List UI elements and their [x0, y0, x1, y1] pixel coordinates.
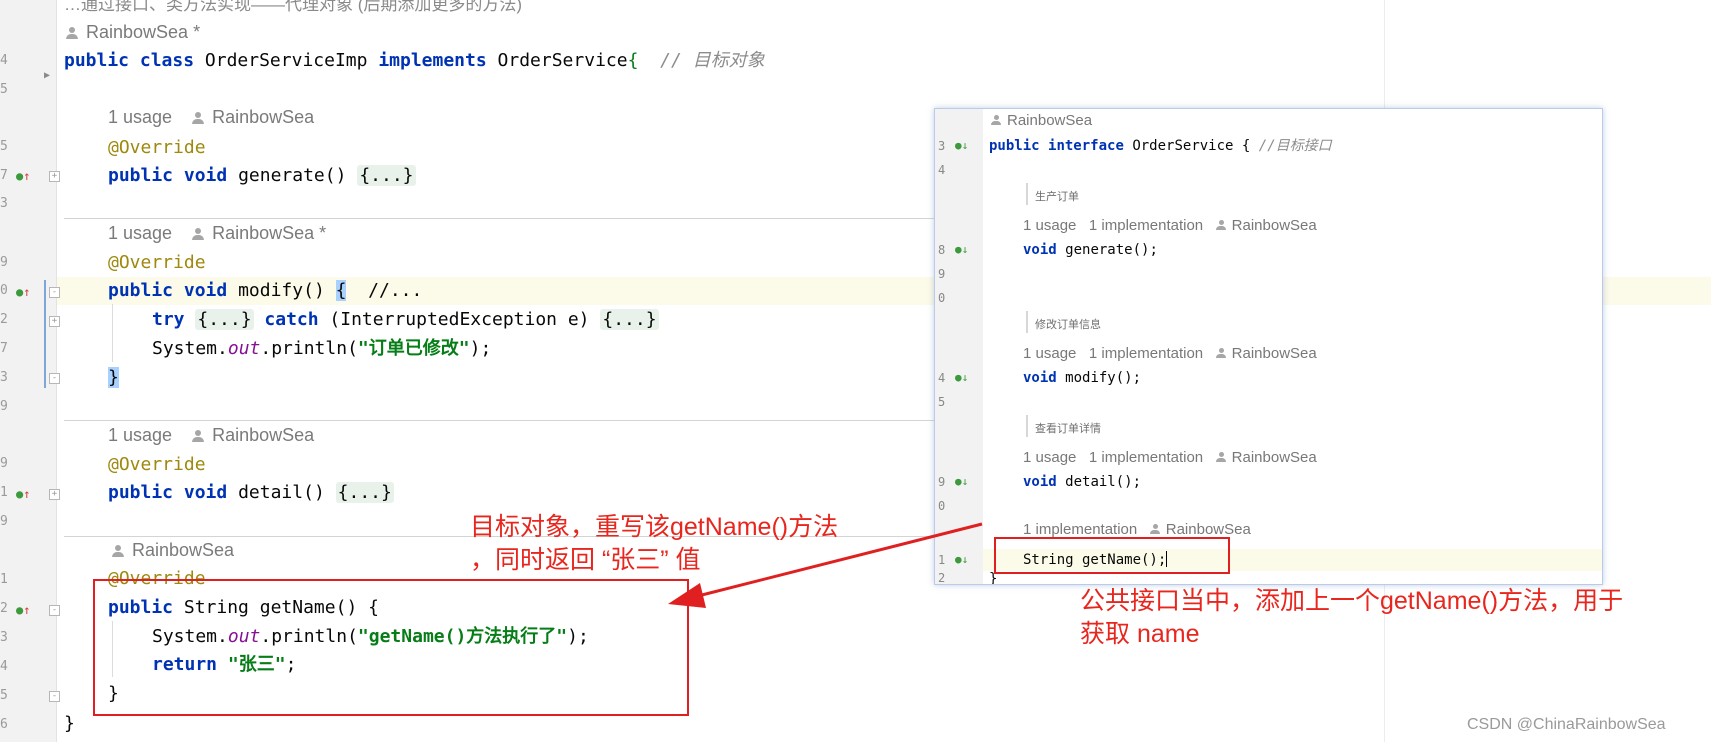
note-iface: 公共接口当中，添加上一个getName()方法，用于 获取 name [1080, 587, 1624, 648]
watermark: CSDN @ChinaRainbowSea [1467, 716, 1666, 733]
note-impl: 目标对象，重写该getName()方法 ，同时返回 “张三” 值 [470, 513, 839, 574]
